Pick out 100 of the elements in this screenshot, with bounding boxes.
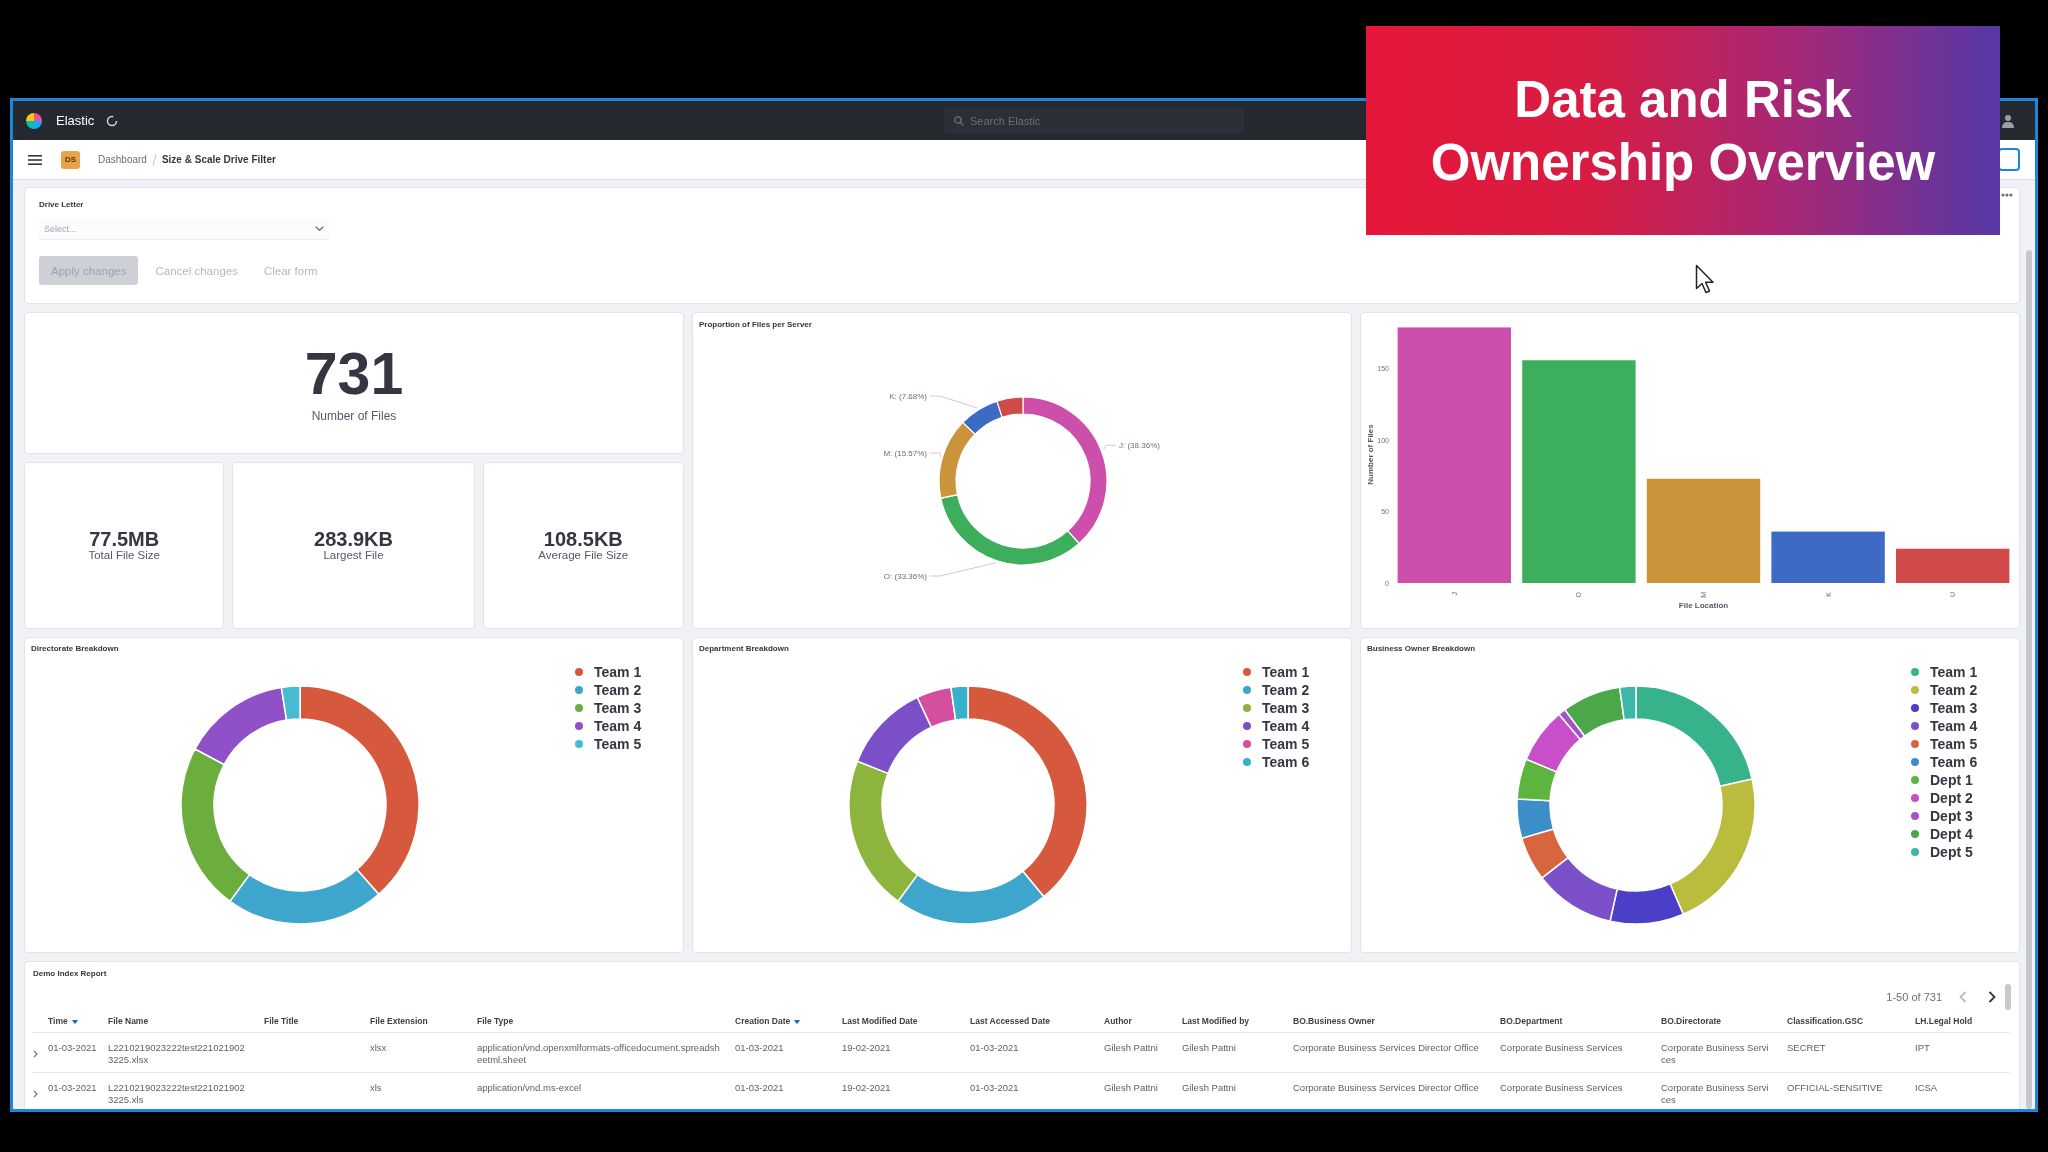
- table-cell-text: xlsx: [370, 1041, 388, 1054]
- metric-value: 77.5MB: [89, 529, 160, 550]
- legend-item[interactable]: Team 6: [1243, 753, 1310, 771]
- column-header[interactable]: Last Modified by: [1182, 1010, 1293, 1032]
- legend-item[interactable]: Team 1: [575, 663, 642, 681]
- legend-item[interactable]: Team 5: [1911, 735, 1978, 753]
- menu-icon[interactable]: [28, 154, 42, 165]
- axis-title: File Location: [1678, 601, 1729, 610]
- table-cell-text: 01-03-2021: [48, 1041, 98, 1054]
- column-header[interactable]: LH.Legal Hold: [1915, 1010, 2010, 1032]
- scrollbar-thumb[interactable]: [2005, 984, 2011, 1010]
- chart-title: Proportion of Files per Server: [698, 319, 813, 331]
- column-header[interactable]: BO.Department: [1500, 1010, 1661, 1032]
- table-cell-text: OFFICIAL-SENSITIVE: [1787, 1081, 1884, 1094]
- table-cell-text: application/vnd.ms-excel: [477, 1081, 583, 1094]
- pagination-text: 1-50 of 731: [1886, 991, 1942, 1003]
- leader-line: [929, 395, 978, 409]
- legend-item[interactable]: Dept 3: [1911, 807, 1973, 825]
- table-cell-text: Corporate Business Services: [1500, 1081, 1624, 1094]
- table-cell-text: Gilesh Pattni: [1104, 1081, 1159, 1094]
- caret-down-icon: [794, 1019, 801, 1024]
- caret-down-icon: [71, 1019, 78, 1024]
- table-cell-text: SECRET: [1787, 1041, 1827, 1054]
- legend-item[interactable]: Team 6: [1911, 753, 1978, 771]
- field-label: Drive Letter: [39, 200, 84, 210]
- table-cell-text: Corporate Business Services: [1661, 1041, 1770, 1067]
- legend-item[interactable]: Dept 4: [1911, 825, 1973, 843]
- slice-label: M: (15.57%): [883, 449, 927, 459]
- legend-item[interactable]: Team 2: [575, 681, 642, 699]
- chart-title: Business Owner Breakdown: [1366, 643, 1477, 655]
- table-cell: application/vnd.openxmlformats-officedocument.spreadsheetml.sheet: [477, 1041, 721, 1067]
- chart-title: Directorate Breakdown: [30, 643, 120, 655]
- next-page-icon[interactable]: [1988, 991, 1996, 1003]
- table-cell-text: Gilesh Pattni: [1104, 1041, 1159, 1054]
- legend-item[interactable]: Team 3: [575, 699, 642, 717]
- expand-chevron-icon[interactable]: [33, 1049, 38, 1058]
- column-header[interactable]: File Type: [477, 1010, 735, 1032]
- legend-item[interactable]: Team 3: [1911, 699, 1978, 717]
- legend-item[interactable]: Dept 2: [1911, 789, 1973, 807]
- legend-item[interactable]: Team 1: [1911, 663, 1978, 681]
- ring-icon: [106, 114, 119, 127]
- expand-chevron-icon[interactable]: [33, 1089, 38, 1098]
- legend-item[interactable]: Team 2: [1911, 681, 1978, 699]
- legend-item[interactable]: Team 1: [1243, 663, 1310, 681]
- slice-label: J: (38.36%): [1119, 441, 1160, 451]
- table-cell-text: 01-03-2021: [970, 1081, 1020, 1094]
- column-header[interactable]: Creation Date: [735, 1010, 842, 1032]
- outlined-button[interactable]: [1998, 148, 2020, 171]
- legend-item[interactable]: Team 2: [1243, 681, 1310, 699]
- table-cell-text: L2210219023222test2210219023225.xls: [108, 1081, 246, 1107]
- table-cell-text: 01-03-2021: [48, 1081, 98, 1094]
- column-header[interactable]: Last Modified Date: [842, 1010, 970, 1032]
- metric-label: Largest File: [323, 550, 384, 562]
- column-header[interactable]: File Extension: [370, 1010, 477, 1032]
- legend-item[interactable]: Team 5: [1243, 735, 1310, 753]
- banner-title: Data and Risk Ownership Overview: [1429, 69, 1937, 193]
- slice-label: O: (33.36%): [883, 572, 927, 582]
- leader-line: [929, 452, 941, 458]
- column-header[interactable]: BO.Directorate: [1661, 1010, 1787, 1032]
- person-icon[interactable]: [2001, 113, 2015, 128]
- column-header[interactable]: Author: [1104, 1010, 1182, 1032]
- column-header[interactable]: Last Accessed Date: [970, 1010, 1104, 1032]
- column-header[interactable]: BO.Business Owner: [1293, 1010, 1500, 1032]
- table-cell-text: 01-03-2021: [735, 1041, 785, 1054]
- scrollbar-thumb[interactable]: [2026, 250, 2032, 1109]
- panel-title: Demo Index Report: [33, 968, 108, 980]
- table-cell-text: L2210219023222test2210219023225.xlsx: [108, 1041, 246, 1067]
- metric-value: 731: [304, 344, 404, 404]
- legend-item[interactable]: Team 3: [1243, 699, 1310, 717]
- breadcrumb-link[interactable]: Dashboard: [98, 154, 147, 165]
- table-cell-text: Corporate Business Services Director Office: [1293, 1041, 1480, 1054]
- mouse-pointer-icon: [1695, 264, 1715, 294]
- table-cell-text: Gilesh Pattni: [1182, 1081, 1237, 1094]
- initials-badge[interactable]: DS: [61, 150, 80, 169]
- logo-icon[interactable]: [26, 112, 42, 129]
- legend-item[interactable]: Team 4: [1911, 717, 1978, 735]
- column-header[interactable]: Classification.GSC: [1787, 1010, 1915, 1032]
- column-header[interactable]: File Name: [108, 1010, 264, 1032]
- metric-label: Number of Files: [311, 409, 397, 422]
- metric-label: Average File Size: [538, 550, 629, 562]
- breadcrumb-current: Size & Scale Drive Filter: [161, 154, 276, 165]
- brand-name[interactable]: Elastic: [56, 113, 95, 128]
- table-cell-text: Corporate Business Services: [1500, 1041, 1624, 1054]
- axis-title: Number of Files: [1366, 424, 1375, 485]
- column-header[interactable]: Time: [48, 1010, 108, 1032]
- table-cell-text: Gilesh Pattni: [1182, 1041, 1237, 1054]
- leader-line: [1102, 444, 1117, 451]
- table-cell-text: 19-02-2021: [842, 1081, 892, 1094]
- table-cell-text: ICSA: [1915, 1081, 1939, 1094]
- table-cell-text: 01-03-2021: [970, 1041, 1020, 1054]
- legend-item[interactable]: Team 5: [575, 735, 642, 753]
- table-cell-text: Corporate Business Services: [1661, 1081, 1770, 1107]
- metric-label: Total File Size: [88, 550, 160, 562]
- column-header[interactable]: File Title: [264, 1010, 370, 1032]
- slice-label: K: (7.68%): [889, 392, 927, 402]
- more-options-icon[interactable]: [2001, 193, 2013, 197]
- legend-item[interactable]: Team 4: [1243, 717, 1310, 735]
- legend-item[interactable]: Team 4: [575, 717, 642, 735]
- legend-item[interactable]: Dept 5: [1911, 843, 1973, 861]
- legend-item[interactable]: Dept 1: [1911, 771, 1973, 789]
